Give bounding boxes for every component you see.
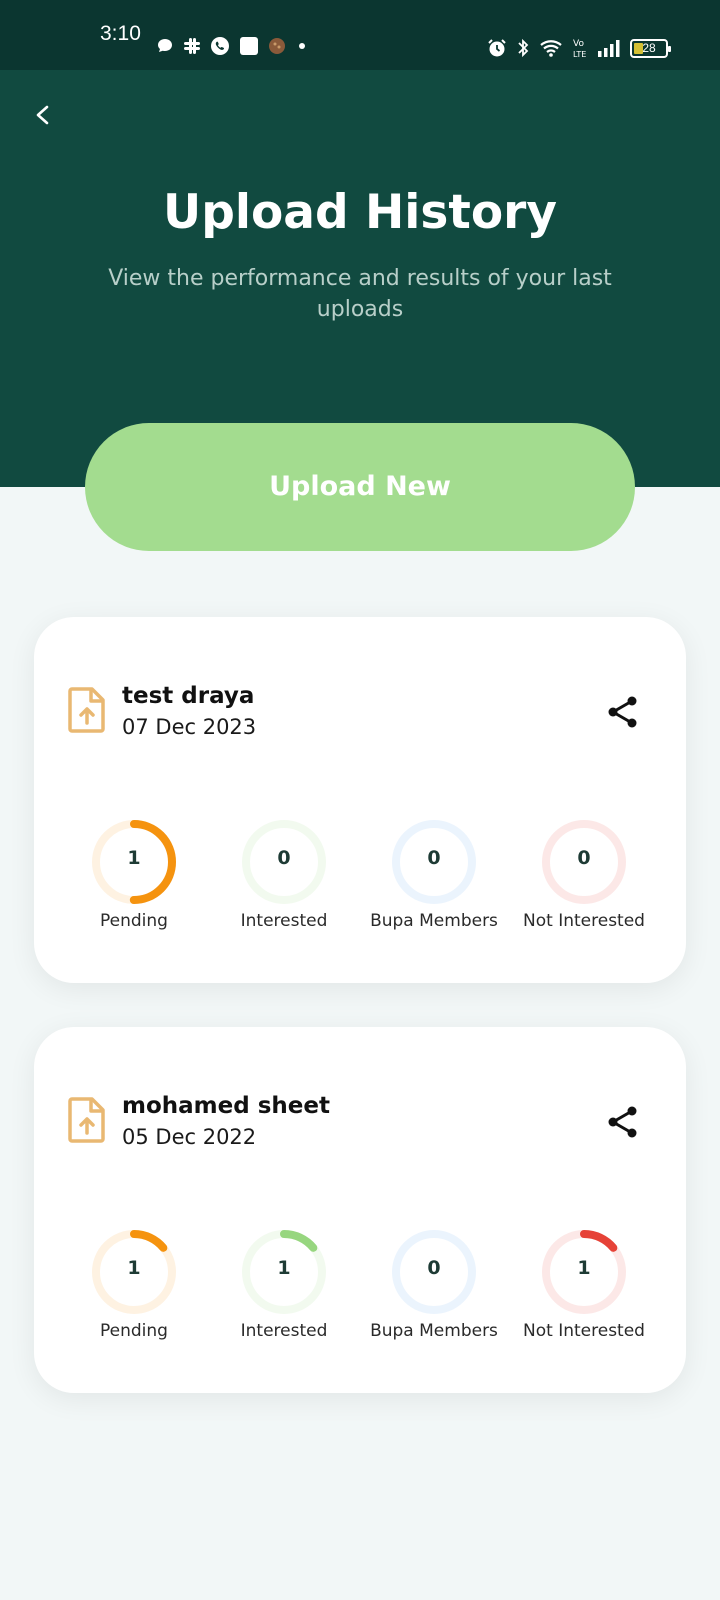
svg-text:LTE: LTE [573, 50, 586, 59]
stat-pending: 1 Pending [59, 1227, 209, 1341]
stat-value: 1 [277, 1257, 291, 1279]
stat-not-interested: 0 Not Interested [509, 817, 659, 931]
notification-icons [156, 36, 309, 56]
upload-card[interactable]: test draya 07 Dec 2023 1 Pending 0 Interest… [34, 617, 686, 983]
stat-bupa-members: 0 Bupa Members [359, 817, 509, 931]
app-square-icon [240, 37, 258, 55]
stat-interested: 1 Interested [209, 1227, 359, 1341]
signal-icon [598, 40, 620, 57]
stat-value: 0 [427, 847, 441, 869]
file-upload-icon [68, 1097, 105, 1143]
stat-label: Bupa Members [370, 911, 498, 931]
stat-label: Not Interested [523, 911, 645, 931]
system-icons: Vo LTE 28 [487, 37, 671, 59]
upload-stats: 1 Pending 0 Interested 0 Bupa Members 0 Not Int… [34, 817, 686, 937]
stat-label: Interested [240, 911, 328, 931]
whatsapp-icon [211, 37, 229, 55]
back-arrow-icon[interactable] [28, 100, 58, 130]
upload-date: 05 Dec 2022 [122, 1125, 257, 1149]
battery-icon: 28 [630, 38, 671, 58]
stat-label: Interested [240, 1321, 328, 1341]
bluetooth-icon [518, 38, 529, 58]
page-title: Upload History [163, 185, 557, 240]
stat-pending: 1 Pending [59, 817, 209, 931]
volte-icon: VoLTE [573, 39, 586, 59]
stat-label: Bupa Members [370, 1321, 498, 1341]
share-icon[interactable] [606, 695, 640, 729]
status-bar: 3:10 Vo LTE 28 [0, 0, 720, 70]
stat-value: 0 [577, 847, 591, 869]
stat-value: 1 [127, 847, 141, 869]
status-time: 3:10 [100, 22, 141, 45]
stat-value: 1 [127, 1257, 141, 1279]
slack-icon [184, 38, 200, 54]
upload-name: mohamed sheet [122, 1093, 330, 1119]
dot-icon [299, 43, 305, 49]
stat-label: Not Interested [523, 1321, 645, 1341]
avatar-icon [269, 38, 285, 54]
stat-label: Pending [100, 1321, 168, 1341]
stat-value: 1 [577, 1257, 591, 1279]
stat-not-interested: 1 Not Interested [509, 1227, 659, 1341]
svg-text:Vo: Vo [573, 39, 584, 49]
stat-bupa-members: 0 Bupa Members [359, 1227, 509, 1341]
chat-bubble-icon [158, 39, 172, 52]
upload-new-button[interactable]: Upload New [85, 423, 635, 551]
upload-name: test draya [122, 683, 255, 709]
stat-value: 0 [277, 847, 291, 869]
page-subtitle: View the performance and results of your… [108, 266, 612, 322]
stat-label: Pending [100, 911, 168, 931]
stat-value: 0 [427, 1257, 441, 1279]
stat-interested: 0 Interested [209, 817, 359, 931]
alarm-icon [488, 39, 506, 57]
file-upload-icon [68, 687, 105, 733]
battery-level: 28 [642, 40, 656, 55]
upload-stats: 1 Pending 1 Interested 0 Bupa Members 1 Not Int… [34, 1227, 686, 1347]
upload-card[interactable]: mohamed sheet 05 Dec 2022 1 Pending 1 Inter… [34, 1027, 686, 1393]
share-icon[interactable] [606, 1105, 640, 1139]
wifi-icon [540, 40, 562, 57]
upload-date: 07 Dec 2023 [122, 715, 257, 739]
